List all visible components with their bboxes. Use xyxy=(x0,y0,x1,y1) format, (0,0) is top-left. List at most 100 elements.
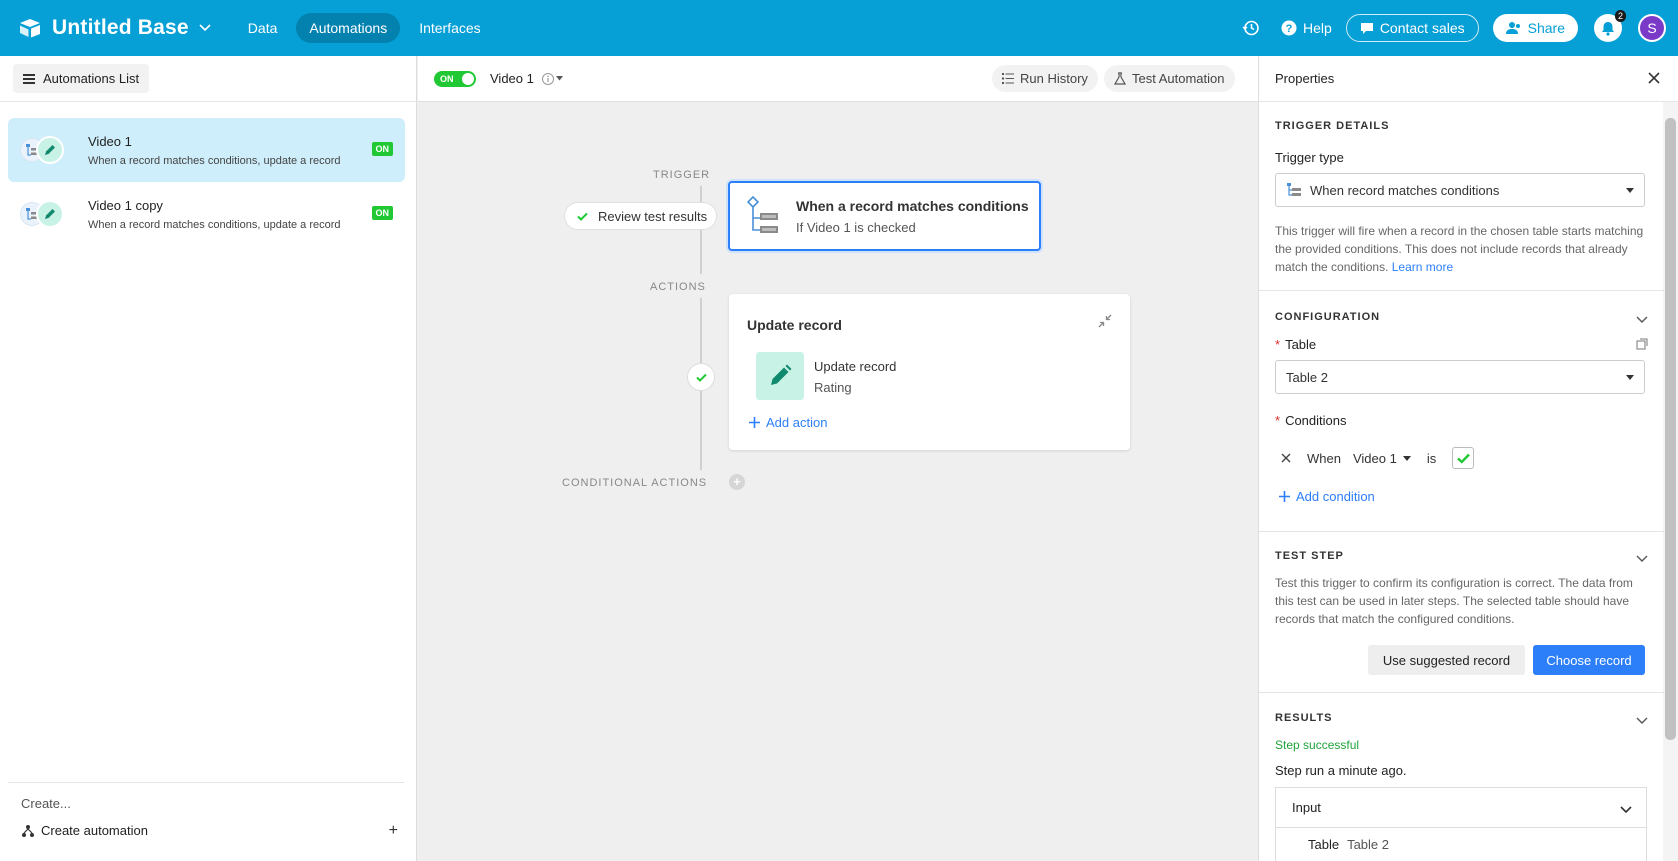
required-marker: * xyxy=(1275,413,1281,428)
condition-field-select[interactable]: Video 1 xyxy=(1353,451,1397,466)
condition-operator[interactable]: is xyxy=(1427,451,1436,466)
review-label: Review test results xyxy=(598,208,708,224)
automation-description: When a record matches conditions, update… xyxy=(88,218,341,231)
divider xyxy=(1259,692,1664,693)
scrollbar-thumb[interactable] xyxy=(1665,118,1676,740)
caret-down-icon[interactable] xyxy=(1402,455,1411,461)
action-status-node xyxy=(687,363,715,391)
top-bar: Untitled Base Data Automations Interface… xyxy=(0,0,1678,56)
trigger-help-text: This trigger will fire when a record in … xyxy=(1275,222,1647,276)
check-icon xyxy=(1456,453,1470,464)
notification-count: 2 xyxy=(1614,10,1626,22)
trigger-subtitle: If Video 1 is checked xyxy=(796,219,916,235)
nav-data[interactable]: Data xyxy=(235,13,291,43)
flow-connector xyxy=(700,186,702,202)
trigger-type-value: When record matches conditions xyxy=(1310,182,1500,198)
choose-record-button[interactable]: Choose record xyxy=(1533,645,1645,675)
plus-icon xyxy=(1279,491,1290,502)
remove-condition-icon[interactable] xyxy=(1281,453,1291,463)
input-accordion[interactable]: Input xyxy=(1275,787,1647,827)
plus-icon[interactable]: + xyxy=(389,822,398,840)
create-automation-button[interactable]: Create automation + xyxy=(21,822,404,840)
check-icon xyxy=(695,373,707,382)
sidebar-header: Automations List xyxy=(0,56,416,102)
learn-more-link[interactable]: Learn more xyxy=(1392,260,1453,274)
close-icon[interactable] xyxy=(1648,72,1662,86)
step-status: Step successful xyxy=(1275,738,1360,752)
test-automation-button[interactable]: Test Automation xyxy=(1104,65,1235,92)
divider xyxy=(1259,531,1664,532)
automations-list-button[interactable]: Automations List xyxy=(13,64,150,93)
nav-automations[interactable]: Automations xyxy=(296,13,401,43)
collapse-icon[interactable] xyxy=(1098,314,1112,328)
add-action-button[interactable]: Add action xyxy=(749,415,827,430)
trigger-title: When a record matches conditions xyxy=(796,197,1029,214)
top-right-actions: ? Help Contact sales Share 2 S xyxy=(1241,0,1666,56)
notifications-button[interactable]: 2 xyxy=(1594,10,1626,42)
results-title: RESULTS xyxy=(1275,712,1333,724)
run-history-button[interactable]: Run History xyxy=(992,65,1098,92)
table-select-value: Table 2 xyxy=(1286,369,1328,385)
add-conditional-action-button[interactable]: + xyxy=(729,474,745,490)
chevron-down-icon[interactable] xyxy=(1636,312,1648,324)
trigger-type-select[interactable]: When record matches conditions xyxy=(1275,173,1645,207)
chevron-down-icon[interactable] xyxy=(1636,551,1648,563)
trigger-help: This trigger will fire when a record in … xyxy=(1275,224,1644,274)
automation-icons xyxy=(20,199,72,229)
pencil-icon xyxy=(36,136,64,164)
plus-icon xyxy=(749,417,760,428)
trigger-conditions-icon xyxy=(1287,183,1301,196)
automation-item-video-1[interactable]: Video 1 When a record matches conditions… xyxy=(8,118,405,182)
info-icon[interactable] xyxy=(541,72,563,85)
table-label: * Table xyxy=(1275,337,1316,352)
pencil-icon xyxy=(36,200,64,228)
automation-name[interactable]: Video 1 xyxy=(490,71,534,86)
update-record-action-tile[interactable] xyxy=(756,352,804,400)
nav-interfaces[interactable]: Interfaces xyxy=(406,13,493,43)
conditions-label: * Conditions xyxy=(1275,413,1347,428)
action-group-title: Update record xyxy=(747,317,842,333)
review-test-results-button[interactable]: Review test results xyxy=(564,202,717,230)
history-icon[interactable] xyxy=(1241,18,1261,38)
flow-connector xyxy=(700,230,702,274)
use-suggested-record-button[interactable]: Use suggested record xyxy=(1368,645,1525,675)
expand-icon[interactable] xyxy=(1636,338,1648,353)
table-select[interactable]: Table 2 xyxy=(1275,360,1645,394)
check-icon xyxy=(577,212,588,221)
action-field: Rating xyxy=(814,380,852,395)
add-condition-label: Add condition xyxy=(1296,489,1375,504)
base-name[interactable]: Untitled Base xyxy=(52,16,189,40)
properties-header: Properties xyxy=(1259,56,1678,102)
automation-description: When a record matches conditions, update… xyxy=(88,154,341,167)
automation-item-video-1-copy[interactable]: Video 1 copy When a record matches condi… xyxy=(8,182,405,246)
trigger-text: When a record matches conditions If Vide… xyxy=(796,198,1029,235)
airtable-logo-icon[interactable] xyxy=(18,16,42,40)
action-group-card[interactable]: Update record Update record Rating Add a… xyxy=(729,294,1130,450)
input-table-key: Table xyxy=(1308,837,1340,852)
create-section: Create... Create automation + xyxy=(8,782,404,839)
conditions-label-text: Conditions xyxy=(1285,413,1347,428)
input-label: Input xyxy=(1292,800,1321,815)
trigger-card[interactable]: When a record matches conditions If Vide… xyxy=(728,181,1041,251)
automation-icons xyxy=(20,135,72,165)
contact-sales-label: Contact sales xyxy=(1379,20,1465,36)
help-button[interactable]: ? Help xyxy=(1281,20,1332,36)
properties-title: Properties xyxy=(1275,71,1335,86)
create-label: Create... xyxy=(21,796,71,811)
svg-text:?: ? xyxy=(1286,23,1293,35)
automation-title: Video 1 copy xyxy=(88,197,163,213)
avatar[interactable]: S xyxy=(1638,14,1666,42)
hamburger-icon xyxy=(23,73,35,84)
add-condition-button[interactable]: Add condition xyxy=(1279,489,1375,504)
test-automation-label: Test Automation xyxy=(1132,71,1225,86)
trigger-conditions-icon xyxy=(746,195,782,236)
chevron-down-icon[interactable] xyxy=(1636,713,1648,725)
trigger-type-label: Trigger type xyxy=(1275,150,1344,165)
chevron-down-icon[interactable] xyxy=(199,22,211,34)
automation-toggle[interactable]: ON xyxy=(434,70,476,87)
contact-sales-button[interactable]: Contact sales xyxy=(1345,14,1479,42)
share-button[interactable]: Share xyxy=(1492,14,1578,42)
input-table-row: Table Table 2 xyxy=(1275,827,1647,861)
condition-value-checkbox[interactable] xyxy=(1452,447,1475,469)
users-icon xyxy=(1505,22,1520,34)
